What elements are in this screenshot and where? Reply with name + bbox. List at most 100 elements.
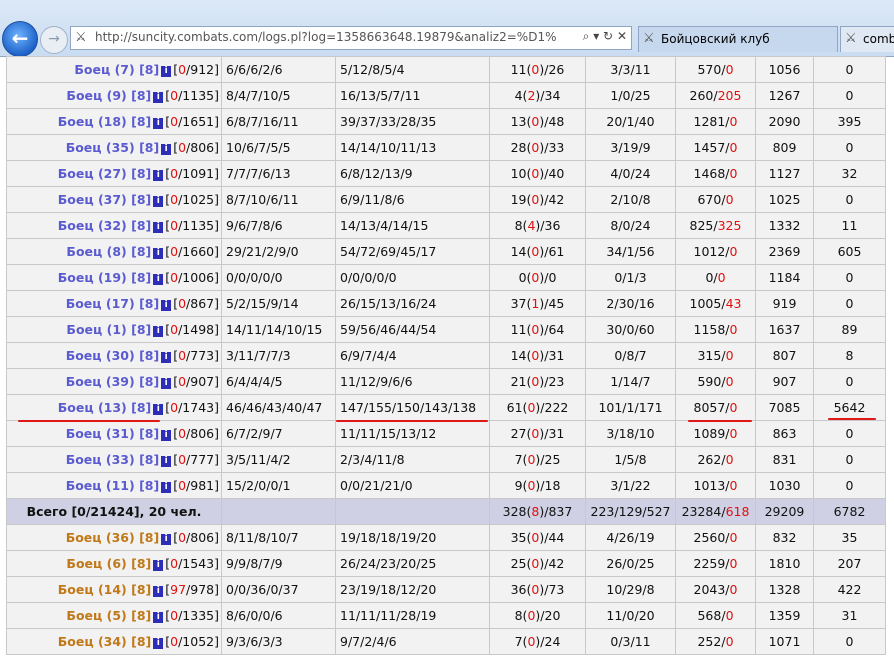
address-bar[interactable]: ⚔ http://suncity.combats.com/logs.pl?log… <box>70 26 632 50</box>
fighter-name-link[interactable]: Боец (17) [8] <box>66 296 160 311</box>
info-icon[interactable]: i <box>153 612 164 623</box>
info-icon[interactable]: i <box>153 638 164 649</box>
blocks-cell: 1/14/7 <box>585 368 676 395</box>
hp-current: 0 <box>178 452 187 467</box>
hits-cell: 27(0)/31 <box>489 420 586 447</box>
info-icon[interactable]: i <box>153 274 164 285</box>
red-underline-name <box>18 420 160 422</box>
fighter-name-link[interactable]: Боец (9) [8] <box>66 88 151 103</box>
value-cell: 907 <box>755 368 814 395</box>
fighter-name-link[interactable]: Боец (18) [8] <box>58 114 152 129</box>
exp-cell: 32 <box>813 160 886 187</box>
damage-cell: 16/13/5/7/11 <box>335 82 490 109</box>
damage-cell: 26/24/23/20/25 <box>335 550 490 577</box>
hp-current: 0 <box>170 244 179 259</box>
exp-cell: 35 <box>813 524 886 551</box>
fighter-cell: Боец (14) [8] i [97/978] <box>6 576 222 603</box>
value-cell: 1332 <box>755 212 814 239</box>
forward-arrow-icon[interactable]: → <box>40 26 68 54</box>
fighter-name-link[interactable]: Боец (5) [8] <box>66 608 151 623</box>
hp-max: /1743] <box>178 400 219 415</box>
tab-label: Бойцовский клуб <box>661 32 770 46</box>
blocks-cell: 20/1/40 <box>585 108 676 135</box>
strikes-cell: 5/2/15/9/14 <box>221 290 336 317</box>
info-icon[interactable]: i <box>161 300 172 311</box>
info-icon[interactable]: i <box>161 66 172 77</box>
fighter-name-link[interactable]: Боец (13) [8] <box>58 400 152 415</box>
fighter-cell: Боец (11) [8] i [0/981] <box>6 472 222 499</box>
table-row: Боец (6) [8] i [0/1543] 9/9/8/7/9 26/24/23… <box>6 550 886 577</box>
hits-cell: 36(0)/73 <box>489 576 586 603</box>
damage-cell: 6/9/7/4/4 <box>335 342 490 369</box>
info-icon[interactable]: i <box>153 560 164 571</box>
info-icon[interactable]: i <box>153 222 164 233</box>
fighter-name-link[interactable]: Боец (1) [8] <box>66 322 151 337</box>
fighter-name-link[interactable]: Боец (32) [8] <box>58 218 152 233</box>
strikes-cell: 8/6/0/0/6 <box>221 602 336 629</box>
search-icon[interactable]: ⌕ <box>583 29 590 43</box>
info-icon[interactable]: i <box>161 352 172 363</box>
dropdown-icon[interactable]: ▾ <box>593 29 599 43</box>
fighter-name-link[interactable]: Боец (37) [8] <box>58 192 152 207</box>
strikes-cell: 6/7/2/9/7 <box>221 420 336 447</box>
hits-cell: 7(0)/24 <box>489 628 586 655</box>
fighter-name-link[interactable]: Боец (31) [8] <box>66 426 160 441</box>
blocks-cell: 3/3/11 <box>585 56 676 83</box>
damage-cell: 147/155/150/143/138 <box>335 394 490 421</box>
refresh-icon[interactable]: ↻ <box>603 29 613 43</box>
info-icon[interactable]: i <box>161 430 172 441</box>
close-icon[interactable]: ✕ <box>617 29 627 43</box>
info-icon[interactable]: i <box>153 118 164 129</box>
hp-max: /1135] <box>178 218 219 233</box>
info-icon[interactable]: i <box>153 196 164 207</box>
info-icon[interactable]: i <box>153 326 164 337</box>
url-text[interactable]: http://suncity.combats.com/logs.pl?log=1… <box>95 30 557 44</box>
table-row: Боец (39) [8] i [0/907] 6/4/4/4/5 11/12/9/… <box>6 368 886 395</box>
fighter-name-link[interactable]: Боец (36) [8] <box>66 530 160 545</box>
hits-cell: 19(0)/42 <box>489 186 586 213</box>
hp-dealt-cell: 1005/43 <box>675 290 756 317</box>
fighter-name-link[interactable]: Боец (33) [8] <box>66 452 160 467</box>
info-icon[interactable]: i <box>153 92 164 103</box>
total-value: 29209 <box>755 498 814 525</box>
info-icon[interactable]: i <box>153 586 164 597</box>
info-icon[interactable]: i <box>153 248 164 259</box>
fighter-name-link[interactable]: Боец (34) [8] <box>58 634 152 649</box>
hits-cell: 61(0)/222 <box>489 394 586 421</box>
fighter-name-link[interactable]: Боец (27) [8] <box>58 166 152 181</box>
value-cell: 809 <box>755 134 814 161</box>
red-underline-exp <box>828 418 876 420</box>
fighter-name-link[interactable]: Боец (30) [8] <box>66 348 160 363</box>
hp-dealt-cell: 1468/0 <box>675 160 756 187</box>
tab-combats[interactable]: ⚔ comba <box>840 26 894 52</box>
site-favicon-icon: ⚔ <box>643 31 655 46</box>
address-bar-icons[interactable]: ⌕ ▾ ↻ ✕ <box>583 29 627 44</box>
fighter-name-link[interactable]: Боец (6) [8] <box>66 556 151 571</box>
table-row: Боец (32) [8] i [0/1135] 9/6/7/8/6 14/13/4… <box>6 212 886 239</box>
table-row: Боец (7) [8] i [0/912] 6/6/6/2/6 5/12/8/5/… <box>6 56 886 83</box>
fighter-name-link[interactable]: Боец (35) [8] <box>66 140 160 155</box>
info-icon[interactable]: i <box>153 404 164 415</box>
hp-current: 0 <box>170 114 179 129</box>
exp-cell: 0 <box>813 628 886 655</box>
fighter-name-link[interactable]: Боец (11) [8] <box>66 478 160 493</box>
info-icon[interactable]: i <box>161 378 172 389</box>
tab-fight-club[interactable]: ⚔ Бойцовский клуб <box>638 26 838 52</box>
info-icon[interactable]: i <box>161 456 172 467</box>
fighter-name-link[interactable]: Боец (8) [8] <box>66 244 151 259</box>
info-icon[interactable]: i <box>161 482 172 493</box>
table-row: Боец (14) [8] i [97/978] 0/0/36/0/37 23/19… <box>6 576 886 603</box>
fighter-name-link[interactable]: Боец (14) [8] <box>58 582 152 597</box>
fighter-name-link[interactable]: Боец (19) [8] <box>58 270 152 285</box>
fighter-name-link[interactable]: Боец (39) [8] <box>66 374 160 389</box>
table-row: Боец (8) [8] i [0/1660] 29/21/2/9/0 54/72/… <box>6 238 886 265</box>
exp-cell: 0 <box>813 290 886 317</box>
value-cell: 807 <box>755 342 814 369</box>
info-icon[interactable]: i <box>161 534 172 545</box>
info-icon[interactable]: i <box>153 170 164 181</box>
fighter-name-link[interactable]: Боец (7) [8] <box>74 62 159 77</box>
table-row: Боец (30) [8] i [0/773] 3/11/7/7/3 6/9/7/4… <box>6 342 886 369</box>
back-arrow-icon[interactable]: ← <box>2 21 38 57</box>
info-icon[interactable]: i <box>161 144 172 155</box>
exp-cell: 0 <box>813 446 886 473</box>
